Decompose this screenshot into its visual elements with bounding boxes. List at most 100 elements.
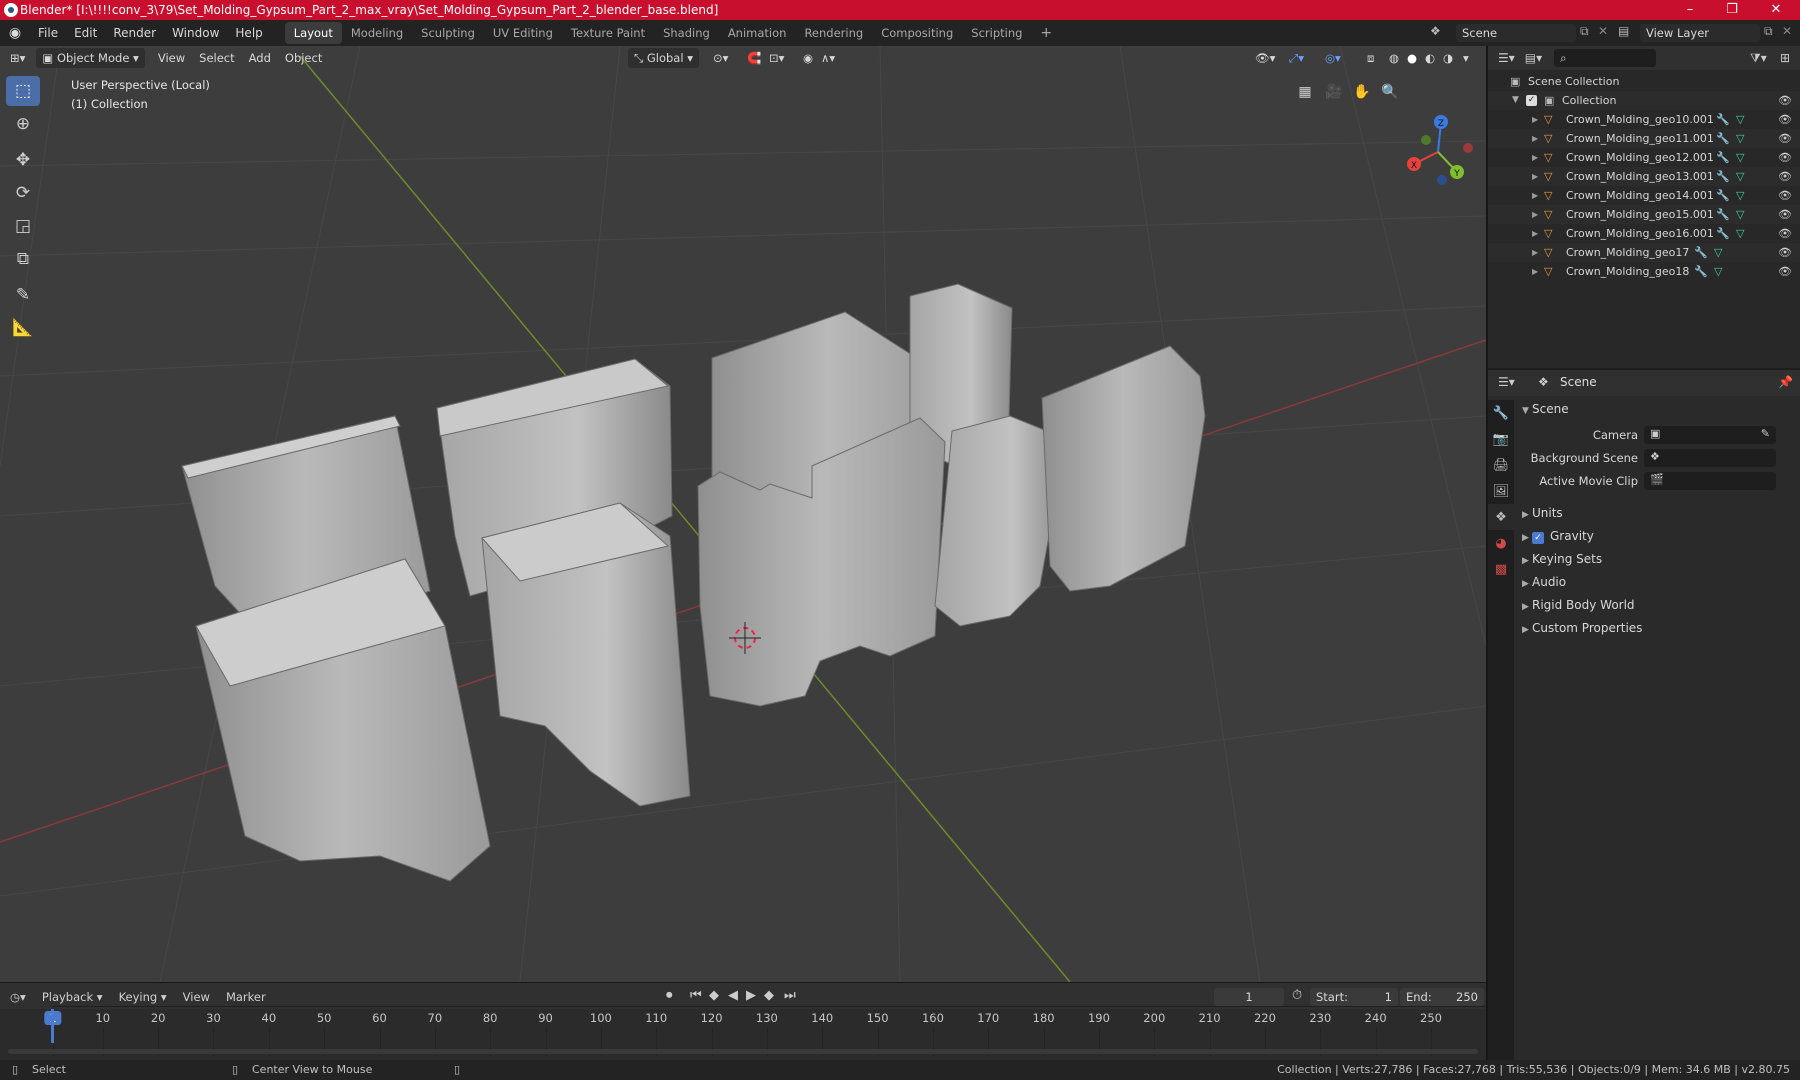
shading-options-icon[interactable]: ▾ xyxy=(1456,48,1476,68)
transform-orientation-dropdown[interactable]: ⤡ Global ▾ xyxy=(628,48,699,68)
new-collection-icon[interactable]: ⊞ xyxy=(1780,51,1790,65)
workspace-tab-shading[interactable]: Shading xyxy=(654,22,719,44)
workspace-tab-rendering[interactable]: Rendering xyxy=(795,22,872,44)
menu-file[interactable]: File xyxy=(30,20,66,46)
overlays-toggle-icon[interactable]: ◎▾ xyxy=(1318,48,1348,68)
playhead[interactable] xyxy=(51,1009,54,1043)
expand-arrow-icon[interactable]: ▶ xyxy=(1532,148,1538,167)
eyedropper-icon[interactable]: ✎ xyxy=(1761,427,1770,440)
mesh-data-icon[interactable]: ▽ xyxy=(1736,186,1744,205)
zoom-view-icon[interactable]: 🔍 xyxy=(1378,80,1402,104)
modifier-wrench-icon[interactable]: 🔧 xyxy=(1694,262,1708,281)
xray-toggle-icon[interactable]: ⧈ xyxy=(1360,48,1381,68)
outliner-object-row[interactable]: ▶ ▽ Crown_Molding_geo12.001 🔧 ▽ 👁 xyxy=(1488,148,1800,167)
workspace-tab-compositing[interactable]: Compositing xyxy=(872,22,962,44)
output-tab-icon[interactable]: 🖨 xyxy=(1488,452,1514,478)
workspace-tab-uv-editing[interactable]: UV Editing xyxy=(484,22,562,44)
expand-arrow-icon[interactable]: ▶ xyxy=(1532,110,1538,129)
move-tool-icon[interactable]: ✥ xyxy=(6,145,40,175)
menu-edit[interactable]: Edit xyxy=(66,20,105,46)
scale-tool-icon[interactable]: ◲ xyxy=(6,211,40,241)
scene-tab-icon[interactable]: ❖ xyxy=(1488,504,1514,530)
expand-arrow-icon[interactable]: ▶ xyxy=(1532,186,1538,205)
scene-name-field[interactable]: Scene xyxy=(1456,24,1576,42)
workspace-tab-animation[interactable]: Animation xyxy=(719,22,796,44)
viewport-menu-select[interactable]: Select xyxy=(192,48,241,68)
outliner-object-row[interactable]: ▶ ▽ Crown_Molding_geo13.001 🔧 ▽ 👁 xyxy=(1488,167,1800,186)
workspace-tab-layout[interactable]: Layout xyxy=(284,22,342,44)
collection-visibility-eye-icon[interactable]: 👁 xyxy=(1778,91,1792,110)
world-tab-icon[interactable]: ◕ xyxy=(1488,530,1514,556)
view-layer-field[interactable]: View Layer xyxy=(1640,24,1760,42)
modifier-wrench-icon[interactable]: 🔧 xyxy=(1716,148,1730,167)
object-visibility-eye-icon[interactable]: 👁 xyxy=(1778,224,1792,243)
mesh-data-icon[interactable]: ▽ xyxy=(1736,224,1744,243)
tool-settings-tab-icon[interactable]: 🔧 xyxy=(1488,400,1514,426)
custom-properties-panel-header[interactable]: ▶ Custom Properties xyxy=(1522,621,1642,635)
properties-editor-type-icon[interactable]: ☰▾ xyxy=(1498,375,1515,389)
expand-arrow-icon[interactable]: ▶ xyxy=(1532,205,1538,224)
viewport-menu-add[interactable]: Add xyxy=(242,48,278,68)
object-visibility-eye-icon[interactable]: 👁 xyxy=(1778,129,1792,148)
menu-render[interactable]: Render xyxy=(105,20,164,46)
visibility-selectability-icon[interactable]: 👁▾ xyxy=(1248,48,1282,68)
units-panel-header[interactable]: ▶ Units xyxy=(1522,506,1563,520)
pivot-point-icon[interactable]: ⊙▾ xyxy=(706,48,735,68)
add-workspace-button[interactable]: + xyxy=(1031,22,1061,44)
delete-view-layer-icon[interactable]: ✕ xyxy=(1782,24,1792,38)
object-visibility-eye-icon[interactable]: 👁 xyxy=(1778,205,1792,224)
viewport-menu-object[interactable]: Object xyxy=(278,48,329,68)
gravity-checkbox[interactable]: ✓ xyxy=(1532,532,1544,544)
snap-target-icon[interactable]: ⊡▾ xyxy=(762,48,791,68)
gravity-panel-header[interactable]: ▶ ✓ Gravity xyxy=(1522,529,1594,544)
delete-scene-icon[interactable]: ✕ xyxy=(1598,24,1608,38)
background-scene-field[interactable]: ❖ xyxy=(1644,449,1776,467)
object-mode-dropdown[interactable]: ▣ Object Mode ▾ xyxy=(36,48,145,68)
mesh-data-icon[interactable]: ▽ xyxy=(1714,243,1722,262)
outliner-display-mode-icon[interactable]: ▤▾ xyxy=(1515,51,1542,65)
texture-tab-icon[interactable]: ▩ xyxy=(1488,556,1514,582)
rigid-body-world-panel-header[interactable]: ▶ Rigid Body World xyxy=(1522,598,1635,612)
modifier-wrench-icon[interactable]: 🔧 xyxy=(1716,110,1730,129)
outliner-editor-type-icon[interactable]: ☰▾ xyxy=(1488,51,1515,65)
blender-menu-icon[interactable]: ◉ xyxy=(0,25,30,41)
modifier-wrench-icon[interactable]: 🔧 xyxy=(1716,205,1730,224)
minimize-button[interactable]: – xyxy=(1670,0,1710,20)
pan-view-icon[interactable]: ✋ xyxy=(1350,80,1374,104)
expand-arrow-icon[interactable]: ▶ xyxy=(1532,243,1538,262)
object-visibility-eye-icon[interactable]: 👁 xyxy=(1778,243,1792,262)
transform-tool-icon[interactable]: ⧉ xyxy=(6,244,40,274)
scene-selector-icon[interactable]: ❖ xyxy=(1430,24,1441,38)
mesh-data-icon[interactable]: ▽ xyxy=(1736,148,1744,167)
workspace-tab-texture-paint[interactable]: Texture Paint xyxy=(562,22,654,44)
new-view-layer-icon[interactable]: ⧉ xyxy=(1764,24,1773,39)
audio-panel-header[interactable]: ▶ Audio xyxy=(1522,575,1566,589)
expand-arrow-icon[interactable]: ▶ xyxy=(1532,224,1538,243)
workspace-tab-modeling[interactable]: Modeling xyxy=(342,22,412,44)
expand-arrow-icon[interactable]: ▶ xyxy=(1532,167,1538,186)
mesh-data-icon[interactable]: ▽ xyxy=(1736,167,1744,186)
pin-icon[interactable]: 📌 xyxy=(1778,375,1793,389)
object-visibility-eye-icon[interactable]: 👁 xyxy=(1778,110,1792,129)
object-visibility-eye-icon[interactable]: 👁 xyxy=(1778,167,1792,186)
outliner-scene-collection-row[interactable]: ▣ Scene Collection xyxy=(1488,72,1800,91)
outliner-object-row[interactable]: ▶ ▽ Crown_Molding_geo17 🔧 ▽ 👁 xyxy=(1488,243,1800,262)
collection-checkbox[interactable]: ✓ xyxy=(1526,95,1537,106)
outliner-object-row[interactable]: ▶ ▽ Crown_Molding_geo15.001 🔧 ▽ 👁 xyxy=(1488,205,1800,224)
render-tab-icon[interactable]: 📷 xyxy=(1488,426,1514,452)
toggle-grid-icon[interactable]: ▦ xyxy=(1293,80,1317,104)
camera-field[interactable]: ▣ ✎ xyxy=(1644,426,1776,444)
3d-viewport[interactable]: Z X Y ⊞▾ ▣ Object Mode ▾ View Select Add… xyxy=(0,46,1486,982)
outliner-collection-row[interactable]: ▼ ✓ ▣ Collection 👁 xyxy=(1488,91,1800,110)
active-movie-clip-field[interactable]: 🎬 xyxy=(1644,472,1776,490)
annotate-tool-icon[interactable]: ✎ xyxy=(6,280,40,310)
timeline-scrub-area[interactable]: 1102030405060708090100110120130140150160… xyxy=(0,1006,1486,1065)
falloff-icon[interactable]: ∧▾ xyxy=(814,48,842,68)
modifier-wrench-icon[interactable]: 🔧 xyxy=(1694,243,1708,262)
rotate-tool-icon[interactable]: ⟳ xyxy=(6,178,40,208)
workspace-tab-scripting[interactable]: Scripting xyxy=(962,22,1031,44)
select-box-tool-icon[interactable]: ⬚ xyxy=(6,76,40,106)
outliner-search-input[interactable]: ⌕ xyxy=(1554,49,1657,67)
outliner-filter-icon[interactable]: ⧩▾ xyxy=(1750,51,1767,66)
timeline-scrollbar[interactable] xyxy=(8,1049,1478,1054)
